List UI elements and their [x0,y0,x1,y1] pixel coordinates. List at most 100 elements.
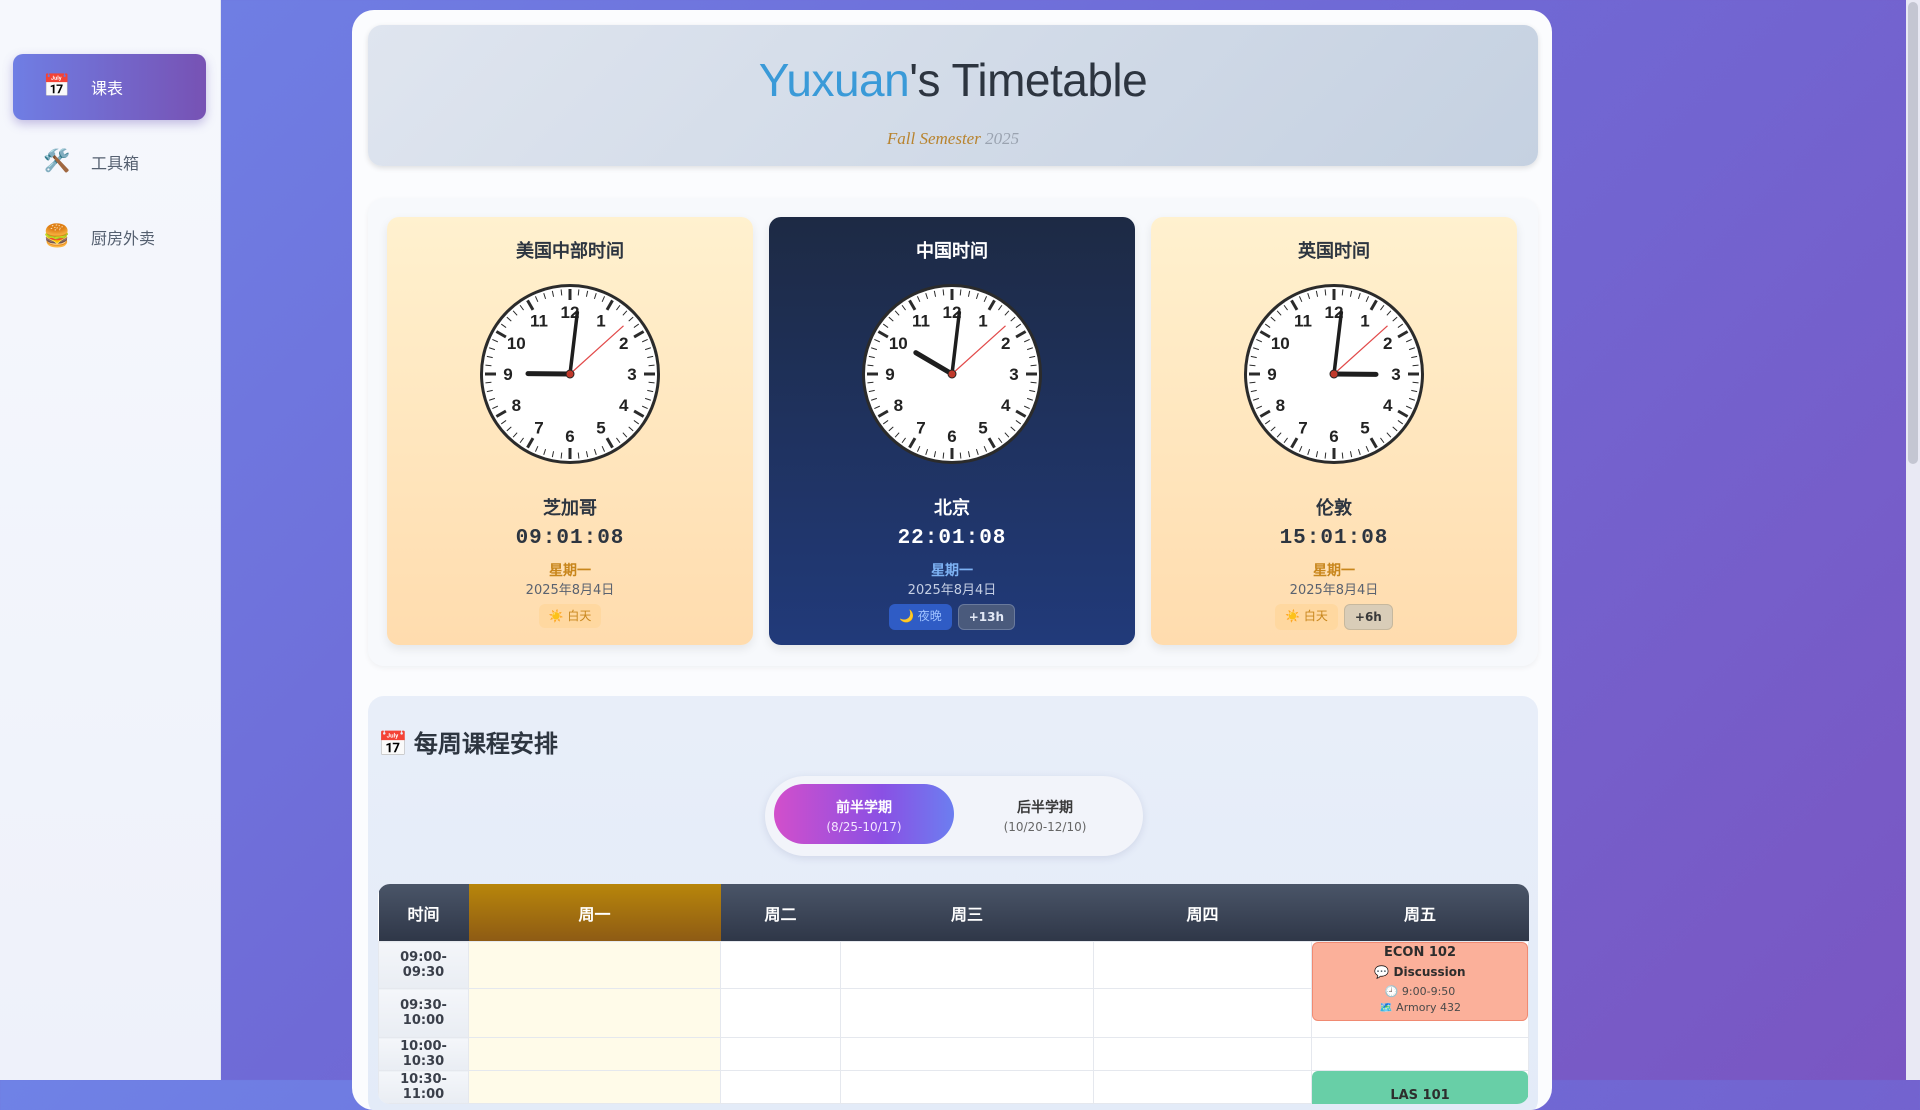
night-badge: 🌙 夜晚 [889,604,952,630]
clock-numeral: 9 [885,365,894,384]
weekday: 星期一 [387,560,753,580]
sidebar-item-timetable[interactable]: 📅 课表 [13,54,206,120]
clock-numeral: 4 [619,396,629,415]
table-row: 10:30-11:00 LAS 101 [379,1071,1529,1104]
world-clock-panel: 美国中部时间 123456789101112 芝加哥 09:01:08 星期一 … [368,198,1538,666]
clock-numeral: 10 [507,334,526,353]
course-block-econ102[interactable]: ECON 102 💬 Discussion 🕘 9:00-9:50 🗺️ Arm… [1312,942,1528,1021]
sidebar-item-kitchen[interactable]: 🍔 厨房外卖 [13,204,206,270]
first-half-button[interactable]: 前半学期 (8/25-10/17) [774,784,954,844]
owner-name: Yuxuan [759,54,909,106]
main-content: Yuxuan's Timetable Fall Semester 2025 美国… [352,10,1552,1110]
daytime-badge: ☀️ 白天 [539,604,602,628]
analog-clock-icon: 123456789101112 [1241,281,1427,467]
page-scrollbar[interactable] [1906,0,1920,1080]
burger-icon: 🍔 [43,226,75,248]
clock-numeral: 1 [978,311,987,330]
daytime-badge: ☀️ 白天 [1275,604,1338,630]
schedule-cell [469,1071,721,1104]
clock-numeral: 4 [1383,396,1393,415]
digital-time: 09:01:08 [387,527,753,550]
date: 2025年8月4日 [769,579,1135,598]
time-slot: 09:00-09:30 [379,942,469,989]
course-block-las101[interactable]: LAS 101 [1312,1071,1528,1104]
time-slot: 10:00-10:30 [379,1038,469,1071]
schedule-title: 📅每周课程安排 [378,724,558,759]
clock-numeral: 5 [978,419,987,438]
digital-time: 15:01:08 [1151,527,1517,550]
column-header-tuesday: 周二 [721,884,841,942]
page-header: Yuxuan's Timetable Fall Semester 2025 [368,25,1538,166]
course-code: ECON 102 [1313,945,1527,960]
clock-card-beijing: 中国时间 123456789101112 北京 22:01:08 星期一 202… [769,217,1135,645]
clock-numeral: 6 [1329,427,1338,446]
clock-numeral: 10 [1271,334,1290,353]
calendar-icon: 📅 [378,730,408,758]
calendar-icon: 📅 [43,76,75,98]
clock-numeral: 10 [889,334,908,353]
clock-numeral: 1 [596,311,605,330]
semester-name: Fall Semester [887,129,981,148]
zone-title: 美国中部时间 [387,237,753,263]
course-type: 💬 Discussion [1313,965,1527,979]
clock-card-london: 英国时间 123456789101112 伦敦 15:01:08 星期一 202… [1151,217,1517,645]
schedule-cell [721,1071,841,1104]
column-header-friday: 周五 [1312,884,1529,942]
clock-card-chicago: 美国中部时间 123456789101112 芝加哥 09:01:08 星期一 … [387,217,753,645]
column-header-monday: 周一 [469,884,721,942]
city-name: 伦敦 [1151,494,1517,520]
toggle-range: (10/20-12/10) [955,820,1135,834]
digital-time: 22:01:08 [769,527,1135,550]
schedule-cell [1312,1038,1529,1071]
clock-numeral: 2 [1383,334,1392,353]
schedule-cell [1094,1071,1312,1104]
course-time: 🕘 9:00-9:50 [1313,984,1527,1000]
city-name: 北京 [769,494,1135,520]
title-suffix: 's Timetable [909,54,1147,106]
schedule-cell [721,1038,841,1071]
offset-badge: +6h [1344,604,1393,630]
schedule-title-text: 每周课程安排 [414,730,558,758]
schedule-cell [721,989,841,1038]
column-header-time: 时间 [379,884,469,942]
clock-numeral: 2 [1001,334,1010,353]
clock-numeral: 8 [512,396,521,415]
timetable: 时间 周一 周二 周三 周四 周五 09:00-09:30 ECON 102 [378,884,1529,1104]
clock-numeral: 3 [1391,365,1400,384]
schedule-cell: LAS 101 [1312,1071,1529,1104]
clock-numeral: 6 [565,427,574,446]
sidebar-item-toolbox[interactable]: 🛠️ 工具箱 [13,129,206,195]
clock-numeral: 9 [1267,365,1276,384]
schedule-cell [841,989,1094,1038]
clock-numeral: 7 [534,419,543,438]
clock-numeral: 1 [1360,311,1369,330]
clock-numeral: 11 [1294,311,1312,330]
zone-title: 英国时间 [1151,237,1517,263]
analog-clock-icon: 123456789101112 [477,281,663,467]
schedule-cell [469,942,721,989]
clock-numeral: 11 [530,311,548,330]
clock-numeral: 4 [1001,396,1011,415]
table-row: 09:00-09:30 ECON 102 💬 Discussion 🕘 9:00… [379,942,1529,989]
clock-numeral: 9 [503,365,512,384]
sidebar: 📅 课表 🛠️ 工具箱 🍔 厨房外卖 [0,0,221,1080]
schedule-cell [469,989,721,1038]
date: 2025年8月4日 [387,579,753,598]
clock-numeral: 7 [1298,419,1307,438]
sidebar-item-label: 厨房外卖 [91,225,155,249]
clock-numeral: 3 [1009,365,1018,384]
page-title: Yuxuan's Timetable [368,53,1538,107]
clock-numeral: 5 [596,419,605,438]
course-location: 🗺️ Armory 432 [1313,1000,1527,1016]
time-slot: 10:30-11:00 [379,1071,469,1104]
scrollbar-thumb[interactable] [1908,2,1918,464]
offset-badge: +13h [958,604,1015,630]
second-half-button[interactable]: 后半学期 (10/20-12/10) [955,784,1135,844]
sidebar-item-label: 工具箱 [91,150,139,174]
zone-title: 中国时间 [769,237,1135,263]
analog-clock-icon: 123456789101112 [859,281,1045,467]
clock-numeral: 11 [912,311,930,330]
weekly-schedule: 📅每周课程安排 前半学期 (8/25-10/17) 后半学期 (10/20-12… [368,696,1538,1110]
schedule-cell [721,942,841,989]
semester-subtitle: Fall Semester 2025 [368,129,1538,149]
